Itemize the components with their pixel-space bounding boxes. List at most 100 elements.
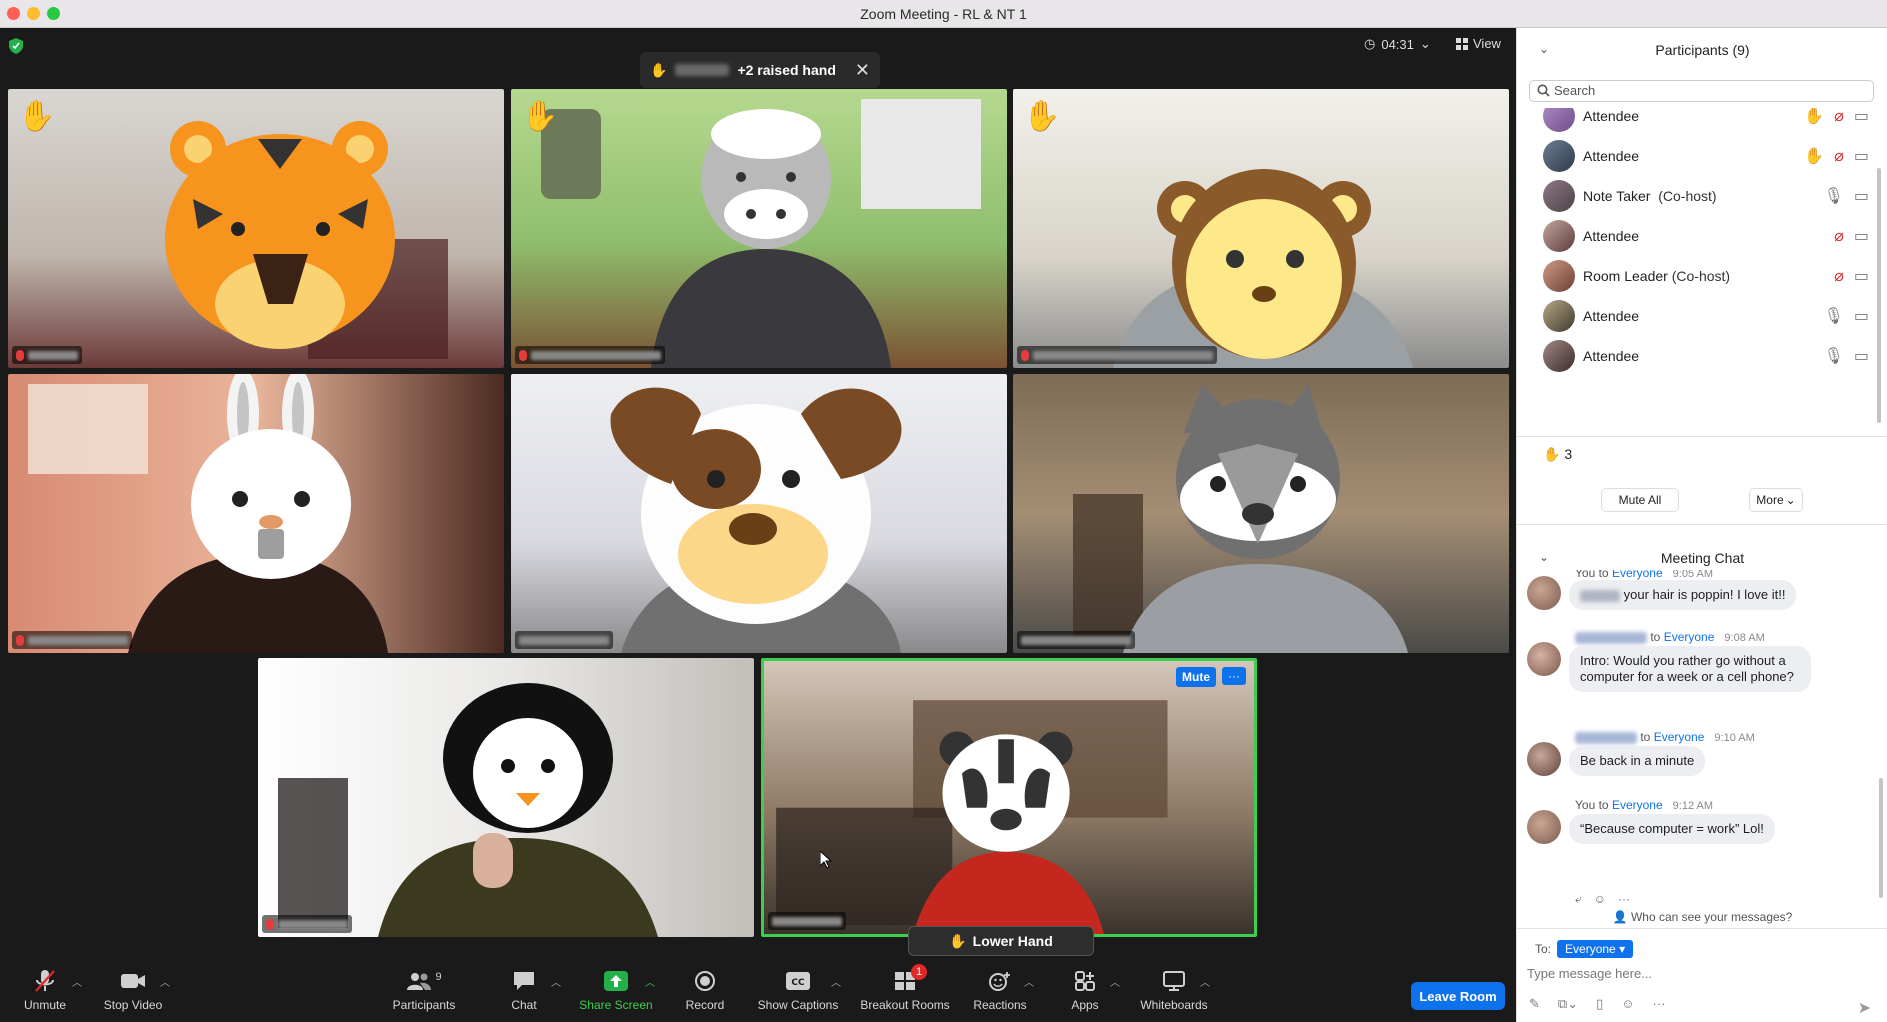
window-title: Zoom Meeting - RL & NT 1 xyxy=(860,6,1027,22)
video-tile[interactable] xyxy=(1013,374,1509,653)
format-text-icon[interactable]: ✎ xyxy=(1529,996,1540,1012)
add-reaction-icon[interactable]: ☺ xyxy=(1594,892,1606,907)
breakout-badge: 1 xyxy=(911,964,927,980)
leave-room-button[interactable]: Leave Room xyxy=(1411,982,1505,1010)
video-camera-icon[interactable]: ▭ xyxy=(1854,146,1869,166)
message-time: 9:12 AM xyxy=(1672,800,1714,812)
message-bubble[interactable]: your hair is poppin! I love it!! xyxy=(1569,580,1797,610)
who-can-see-link[interactable]: 👤 Who can see your messages? xyxy=(1517,910,1887,924)
participants-button[interactable]: 9 Participants xyxy=(374,968,474,1018)
captions-options-chevron-icon[interactable]: ︿ xyxy=(831,974,841,989)
video-camera-icon[interactable]: ▭ xyxy=(1854,108,1869,126)
more-button[interactable]: More ⌄ xyxy=(1749,488,1803,512)
chevron-down-icon[interactable]: ⌄ xyxy=(1539,42,1549,56)
share-screen-label: Share Screen xyxy=(579,998,653,1012)
raised-hand-banner[interactable]: ✋ +2 raised hand ✕ xyxy=(640,52,880,88)
reply-icon[interactable]: ⤶ xyxy=(1575,892,1582,907)
message-bubble[interactable]: “Because computer = work” Lol! xyxy=(1569,814,1775,844)
avatar xyxy=(1543,180,1575,212)
participant-row[interactable]: Attendee 🎙 ▭ xyxy=(1517,336,1879,376)
video-tile[interactable] xyxy=(8,374,504,653)
avatar xyxy=(1543,140,1575,172)
participant-row[interactable]: Attendee ✋ ⌀ ▭ xyxy=(1517,136,1879,176)
participant-row[interactable]: Room Leader (Co-host) ⌀ ▭ xyxy=(1517,256,1879,296)
mic-muted-icon[interactable]: ⌀ xyxy=(1834,146,1844,166)
emoji-icon[interactable]: ☺ xyxy=(1621,996,1634,1012)
who-can-see-text: Who can see your messages? xyxy=(1630,910,1793,924)
participant-row[interactable]: Note Taker (Co-host) 🎙 ▭ xyxy=(1517,176,1879,216)
shield-icon[interactable] xyxy=(9,38,23,54)
meeting-timer[interactable]: ◷ 04:31 ⌄ xyxy=(1364,36,1431,52)
message-bubble[interactable]: Be back in a minute xyxy=(1569,746,1706,776)
participant-role: (Co-host) xyxy=(1658,188,1717,204)
participant-row[interactable]: Attendee ✋ ⌀ ▭ xyxy=(1517,108,1879,136)
whiteboards-options-chevron-icon[interactable]: ︿ xyxy=(1200,974,1210,989)
breakout-rooms-button[interactable]: 1 Breakout Rooms xyxy=(855,964,955,1018)
apps-button[interactable]: Apps xyxy=(1035,968,1135,1018)
recipient-row: To: Everyone ▾ xyxy=(1535,940,1634,958)
chat-title: Meeting Chat xyxy=(1660,550,1745,566)
participant-row[interactable]: Attendee ⌀ ▭ xyxy=(1517,216,1879,256)
people-icon xyxy=(407,973,432,990)
whiteboards-label: Whiteboards xyxy=(1140,998,1208,1012)
avatar xyxy=(1543,300,1575,332)
audio-options-chevron-icon[interactable]: ︿ xyxy=(72,974,82,989)
chat-scrollbar[interactable] xyxy=(1879,778,1883,898)
participants-search-input[interactable]: Search xyxy=(1529,80,1874,102)
mic-muted-icon[interactable]: ⌀ xyxy=(1834,266,1844,286)
video-tile[interactable]: ✋ xyxy=(8,89,504,368)
screenshot-icon[interactable]: ⧉⌄ xyxy=(1558,996,1578,1012)
grid-icon xyxy=(1456,37,1468,50)
reactions-options-chevron-icon[interactable]: ︿ xyxy=(1024,974,1034,989)
tile-mute-button[interactable]: Mute xyxy=(1176,667,1216,687)
video-camera-icon[interactable]: ▭ xyxy=(1854,306,1869,326)
message-bubble[interactable]: Intro: Would you rather go without a com… xyxy=(1569,646,1811,692)
more-icon[interactable]: ··· xyxy=(1653,996,1666,1012)
divider xyxy=(1517,524,1887,525)
apps-label: Apps xyxy=(1071,998,1099,1012)
participant-name: Attendee xyxy=(1583,348,1640,364)
participants-scrollbar[interactable] xyxy=(1877,168,1881,423)
blurred-name xyxy=(675,64,730,76)
video-tile-active[interactable]: Mute ··· xyxy=(761,658,1257,937)
avatar xyxy=(1527,642,1561,676)
close-icon[interactable]: ✕ xyxy=(855,60,870,81)
blurred-name xyxy=(1575,731,1637,744)
mic-icon[interactable]: 🎙 xyxy=(1824,186,1844,206)
mic-muted-icon[interactable]: ⌀ xyxy=(1834,108,1844,126)
smiley-plus-icon xyxy=(989,972,1010,991)
video-tile[interactable]: ✋ xyxy=(511,89,1007,368)
chat-label: Chat xyxy=(511,998,537,1012)
share-options-chevron-icon[interactable]: ︿ xyxy=(645,974,655,989)
chat-message-input[interactable]: Type message here... xyxy=(1527,966,1652,981)
chevron-down-icon[interactable]: ⌄ xyxy=(1539,550,1549,564)
apps-options-chevron-icon[interactable]: ︿ xyxy=(1110,974,1120,989)
mute-all-button[interactable]: Mute All xyxy=(1601,488,1679,512)
lower-hand-button[interactable]: ✋ Lower Hand xyxy=(908,926,1094,956)
unmute-label: Unmute xyxy=(23,998,67,1012)
video-options-chevron-icon[interactable]: ︿ xyxy=(160,974,170,989)
video-camera-icon[interactable]: ▭ xyxy=(1854,346,1869,366)
blurred-name xyxy=(28,350,78,360)
blurred-name xyxy=(28,635,128,645)
view-button[interactable]: View xyxy=(1456,36,1501,51)
mic-icon[interactable]: 🎙 xyxy=(1824,306,1844,326)
video-camera-icon[interactable]: ▭ xyxy=(1854,186,1869,206)
video-tile[interactable] xyxy=(511,374,1007,653)
mic-icon[interactable]: 🎙 xyxy=(1824,346,1844,366)
video-camera-icon[interactable]: ▭ xyxy=(1854,266,1869,286)
more-icon[interactable]: ··· xyxy=(1618,892,1630,907)
tile-more-options-button[interactable]: ··· xyxy=(1222,667,1246,685)
video-camera-icon[interactable]: ▭ xyxy=(1854,226,1869,246)
file-icon[interactable]: ▯ xyxy=(1596,996,1603,1012)
video-tile[interactable]: ✋ xyxy=(1013,89,1509,368)
record-button[interactable]: Record xyxy=(655,968,755,1018)
mic-muted-icon[interactable]: ⌀ xyxy=(1834,226,1844,246)
wolf-avatar xyxy=(1073,384,1408,653)
chat-options-chevron-icon[interactable]: ︿ xyxy=(551,974,561,989)
bunny-avatar xyxy=(28,374,388,653)
video-tile[interactable] xyxy=(258,658,754,937)
recipient-dropdown[interactable]: Everyone ▾ xyxy=(1557,940,1634,958)
participant-row[interactable]: Attendee 🎙 ▭ xyxy=(1517,296,1879,336)
send-icon[interactable]: ➤ xyxy=(1858,998,1871,1018)
